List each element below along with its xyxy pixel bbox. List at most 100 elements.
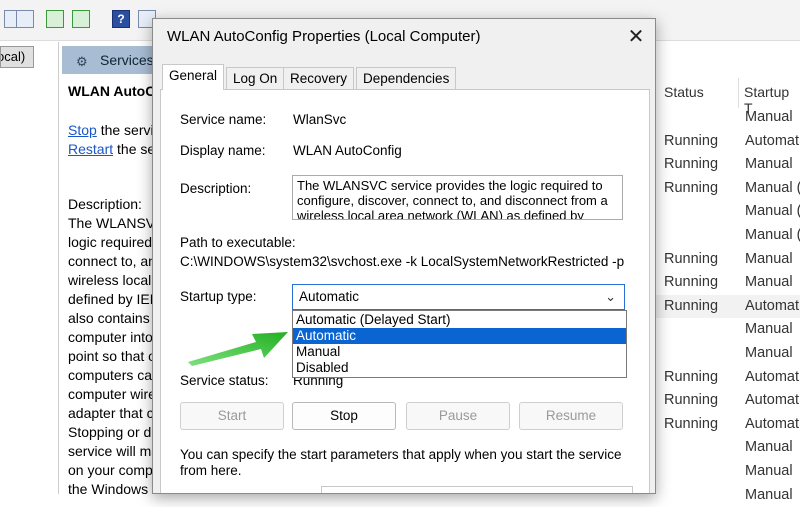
row-startup-type: Automat	[745, 415, 799, 432]
option-manual[interactable]: Manual	[293, 344, 626, 360]
start-button[interactable]: Start	[180, 402, 284, 430]
row-status: Running	[664, 392, 719, 409]
row-startup-type: Manual	[745, 463, 793, 479]
gear-icon: ⚙	[76, 54, 88, 69]
row-status: Running	[664, 415, 719, 432]
tab-recovery[interactable]: Recovery	[283, 67, 355, 89]
description-line: on your computer inaccessible from	[68, 462, 162, 478]
table-row[interactable]: Manual	[656, 484, 800, 507]
table-row[interactable]: Manual	[656, 436, 800, 460]
table-row[interactable]: Manual (	[656, 224, 800, 248]
description-line: the Windows networking UI.	[68, 481, 162, 497]
table-row[interactable]: Manual	[656, 318, 800, 342]
description-line: service will make all WLAN adapters	[68, 443, 162, 459]
start-params-hint: You can specify the start parameters tha…	[180, 447, 622, 478]
row-startup-type: Manual	[745, 109, 793, 125]
row-startup-type: Manual	[745, 486, 793, 503]
row-startup-type: Manual	[745, 156, 793, 173]
path-value: C:\WINDOWS\system32\svchost.exe -k Local…	[180, 254, 625, 269]
description-line: also contains the logic to turn your	[68, 310, 162, 326]
tab-dependencies[interactable]: Dependencies	[356, 67, 457, 89]
startup-type-value: Automatic	[299, 289, 360, 304]
service-detail-area: WLAN AutoConfig Stop the service Restart…	[68, 82, 162, 502]
row-status: Running	[664, 132, 719, 149]
tab-log-on[interactable]: Log On	[226, 67, 285, 89]
table-row[interactable]: Manual	[656, 106, 800, 130]
help-icon[interactable]: ?	[112, 10, 130, 28]
tab-general[interactable]: General	[162, 64, 225, 90]
display-name-label: Display name:	[180, 143, 266, 158]
row-startup-type: Manual	[745, 321, 793, 338]
row-startup-type: Automat	[745, 368, 799, 385]
row-startup-type: Manual (	[745, 227, 800, 243]
properties-toolbar-icon[interactable]	[16, 10, 34, 28]
table-row[interactable]: Running Automat	[656, 294, 800, 319]
startup-type-label: Startup type:	[180, 289, 257, 304]
description-line: connect to, and disconnect from a	[68, 253, 162, 269]
restart-link[interactable]: Restart	[68, 141, 113, 157]
service-name-label: Service name:	[180, 112, 267, 127]
description-heading: Description:	[68, 196, 142, 212]
services-panel-header: ⚙ Services	[62, 46, 162, 74]
row-startup-type: Manual (	[745, 203, 800, 220]
path-label: Path to executable:	[180, 235, 296, 250]
description-scrollbar[interactable]	[616, 176, 622, 219]
description-line: wireless local area network (WLAN)	[68, 272, 162, 288]
table-row[interactable]: Running Manual	[656, 271, 800, 295]
description-value: The WLANSVC service provides the logic r…	[297, 178, 608, 220]
stop-service-line: Stop the service	[68, 121, 162, 140]
description-line: The WLANSVC service provides the	[68, 215, 162, 231]
row-startup-type: Manual	[745, 439, 793, 456]
description-line: Stopping or disabling the WLANSVC	[68, 424, 162, 440]
description-line: adapter that can support this.	[68, 405, 162, 421]
tree-node-services-local[interactable]: ocal)	[0, 46, 34, 68]
table-row[interactable]: Running Automat	[656, 366, 800, 390]
description-box[interactable]: The WLANSVC service provides the logic r…	[292, 175, 623, 220]
stop-button[interactable]: Stop	[292, 402, 396, 430]
startup-type-dropdown: Automatic (Delayed Start) Automatic Manu…	[292, 310, 627, 378]
table-row[interactable]: Manual	[656, 342, 800, 366]
row-status: Running	[664, 297, 719, 314]
properties-dialog: WLAN AutoConfig Properties (Local Comput…	[152, 18, 656, 494]
description-line: point so that other devices or	[68, 348, 162, 364]
column-divider[interactable]	[738, 78, 739, 108]
stop-link[interactable]: Stop	[68, 122, 97, 138]
row-status: Running	[664, 250, 719, 267]
table-row[interactable]: Running Automat	[656, 130, 800, 154]
close-icon[interactable]: ✕	[623, 25, 649, 49]
general-tab-panel: Service name: WlanSvc Display name: WLAN…	[160, 89, 650, 493]
pause-button[interactable]: Pause	[406, 402, 510, 430]
row-startup-type: Manual	[745, 274, 793, 291]
table-row[interactable]: Running Manual (	[656, 177, 800, 201]
table-row[interactable]: Manual (	[656, 200, 800, 224]
chevron-down-icon[interactable]: ⌄	[605, 285, 616, 309]
description-line: computers can connect to your	[68, 367, 162, 383]
row-startup-type: Automat	[745, 392, 799, 409]
row-startup-type: Automat	[745, 297, 799, 314]
option-automatic-delayed[interactable]: Automatic (Delayed Start)	[293, 312, 626, 328]
column-header-status[interactable]: Status	[664, 84, 704, 100]
option-disabled[interactable]: Disabled	[293, 360, 626, 376]
option-automatic[interactable]: Automatic	[293, 328, 626, 344]
resume-button[interactable]: Resume	[519, 402, 623, 430]
startup-type-select[interactable]: Automatic ⌄	[292, 284, 625, 310]
table-row[interactable]: Running Automat	[656, 413, 800, 437]
row-startup-type: Manual	[745, 345, 793, 361]
export-list-icon[interactable]	[72, 10, 90, 28]
row-status: Running	[664, 274, 719, 291]
row-startup-type: Manual	[745, 250, 793, 267]
table-row[interactable]: Running Automat	[656, 389, 800, 413]
start-parameters-input[interactable]	[321, 486, 633, 493]
row-startup-type: Automat	[745, 132, 799, 149]
service-title: WLAN AutoConfig	[68, 83, 162, 99]
table-row[interactable]: Running Manual	[656, 248, 800, 272]
table-row[interactable]: Running Manual	[656, 153, 800, 177]
console-tree: ocal)	[0, 42, 59, 494]
services-extended-panel: ⚙ Services WLAN AutoConfig Stop the serv…	[62, 42, 162, 497]
table-row[interactable]: Manual	[656, 460, 800, 484]
row-status: Running	[664, 156, 719, 173]
row-startup-type: Manual (	[745, 179, 800, 196]
refresh-icon[interactable]	[46, 10, 64, 28]
display-name-field[interactable]: WLAN AutoConfig	[293, 143, 402, 158]
restart-service-line: Restart the service	[68, 140, 162, 159]
